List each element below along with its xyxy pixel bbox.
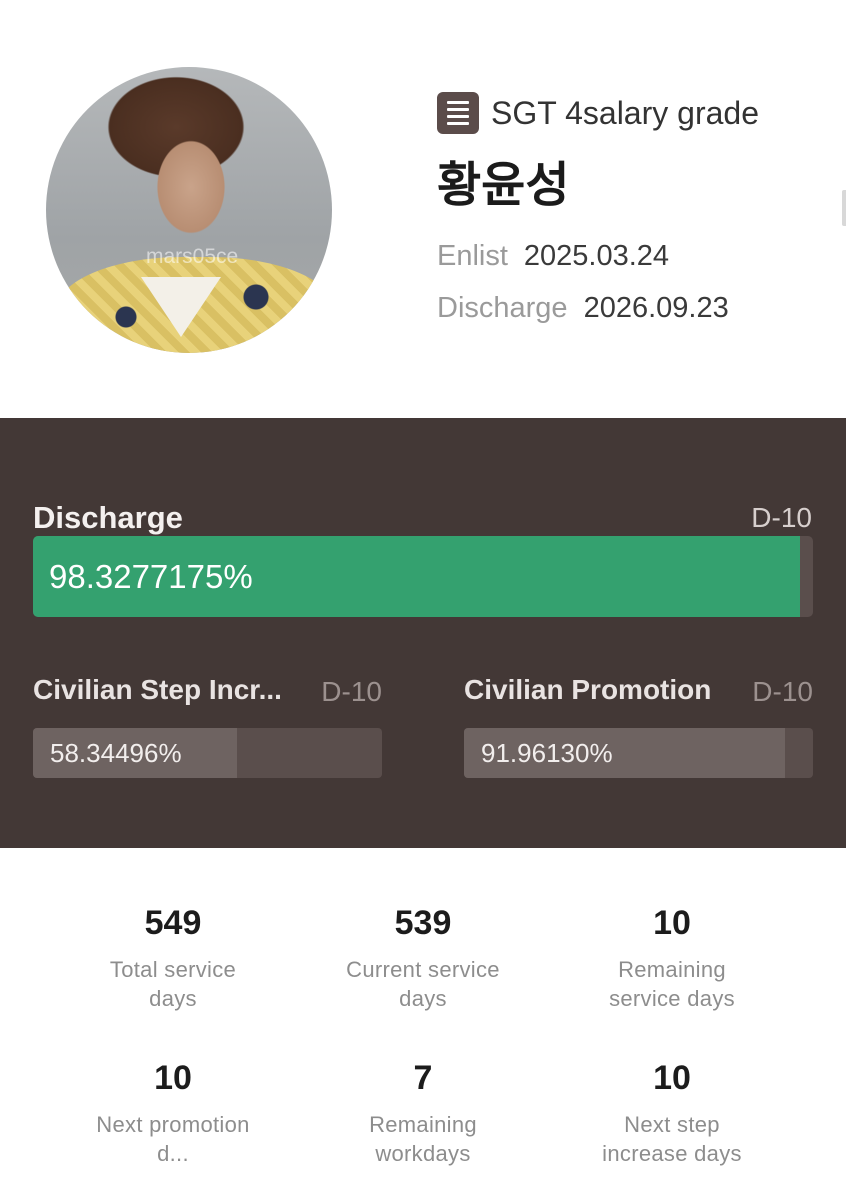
stat-label: Current service days <box>346 957 500 1011</box>
stat-next-promotion-days: 10 Next promotion d... <box>48 1058 298 1168</box>
stat-value: 10 <box>653 1059 691 1097</box>
discharge-progress-title: Discharge <box>33 500 183 535</box>
stat-value: 10 <box>154 1059 192 1097</box>
step-increase-dday: D-10 <box>321 676 382 707</box>
enlist-row: Enlist 2025.03.24 <box>437 240 669 273</box>
stat-value: 10 <box>653 904 691 942</box>
soldier-name: 황윤성 <box>437 157 570 213</box>
promotion-title: Civilian Promotion <box>464 674 712 705</box>
edge-indicator <box>842 190 846 226</box>
discharge-progress-percent: 98.3277175% <box>49 558 253 595</box>
stat-current-service-days: 539 Current service days <box>298 903 548 1013</box>
document-list-icon <box>437 92 479 134</box>
stat-remaining-workdays: 7 Remaining workdays <box>298 1058 548 1168</box>
grade-row: SGT 4salary grade <box>437 92 759 134</box>
stats-grid: 549 Total service days 539 Current servi… <box>0 848 846 1200</box>
enlist-date: 2025.03.24 <box>523 240 670 272</box>
stat-label: Total service days <box>109 957 237 1011</box>
discharge-dday: D-10 <box>751 502 812 533</box>
profile-header: mars05ce SGT 4salary grade 황윤성 Enlist 20… <box>0 0 846 418</box>
discharge-progress-bar[interactable]: 98.3277175% <box>33 536 813 617</box>
stat-label: Remaining workdays <box>369 1112 477 1166</box>
progress-panel: Discharge D-10 98.3277175% Civilian Step… <box>0 418 846 848</box>
promotion-percent: 91.96130% <box>481 738 613 768</box>
stat-total-service-days: 549 Total service days <box>48 903 298 1013</box>
promotion-bar: 91.96130% <box>464 728 813 778</box>
discharge-row: Discharge 2026.09.23 <box>437 292 729 325</box>
stat-remaining-service-days: 10 Remaining service days <box>547 903 797 1013</box>
stat-label: Remaining service days <box>609 957 735 1011</box>
discharge-label: Discharge <box>437 292 568 324</box>
stat-value: 539 <box>394 904 452 942</box>
step-increase-percent: 58.34496% <box>50 738 182 768</box>
stat-value: 7 <box>413 1059 433 1097</box>
enlist-label: Enlist <box>437 240 508 272</box>
discharge-date: 2026.09.23 <box>583 292 729 324</box>
stat-label: Next promotion d... <box>96 1112 250 1166</box>
grade-label: SGT 4salary grade <box>491 94 759 131</box>
stat-label: Next step increase days <box>602 1112 742 1166</box>
avatar[interactable]: mars05ce <box>46 67 332 353</box>
step-increase-title: Civilian Step Incr... <box>33 674 282 705</box>
stat-value: 549 <box>144 904 202 942</box>
step-increase-bar: 58.34496% <box>33 728 382 778</box>
stat-next-step-increase-days: 10 Next step increase days <box>547 1058 797 1168</box>
avatar-watermark: mars05ce <box>146 245 239 268</box>
promotion-dday: D-10 <box>752 676 813 707</box>
